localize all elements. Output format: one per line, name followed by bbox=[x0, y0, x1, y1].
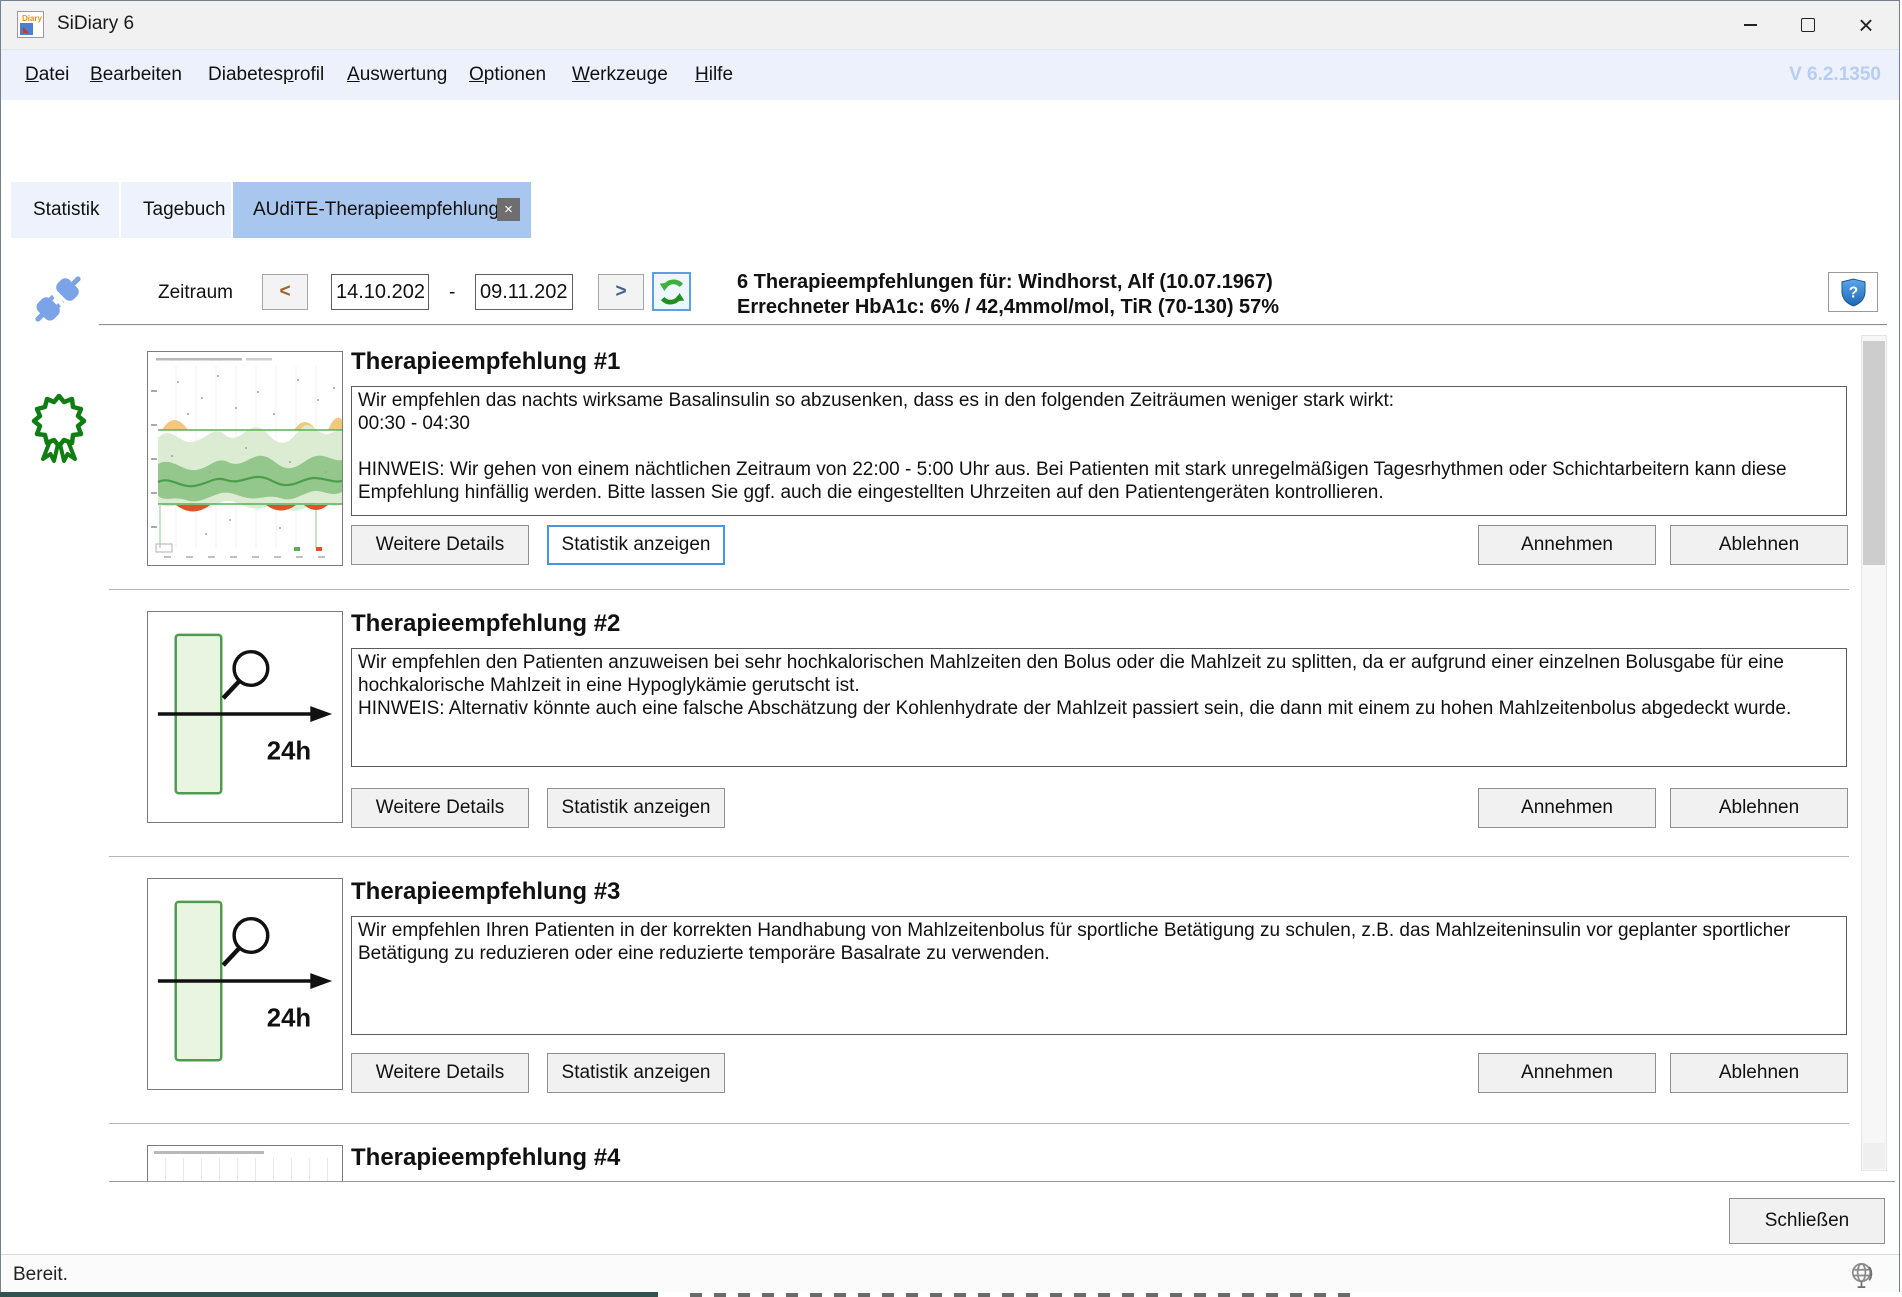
scrollbar-thumb[interactable] bbox=[1863, 341, 1885, 565]
summary-line2: Errechneter HbA1c: 6% / 42,4mmol/mol, Ti… bbox=[737, 295, 1279, 320]
card-separator bbox=[109, 856, 1849, 857]
card2-details-button[interactable]: Weitere Details bbox=[351, 788, 529, 828]
svg-text:24h: 24h bbox=[267, 1005, 311, 1033]
close-button[interactable]: × bbox=[1837, 1, 1895, 49]
card2-thumbnail[interactable]: 24h bbox=[147, 611, 343, 823]
connection-plug-icon bbox=[25, 266, 91, 332]
card1-title: Therapieempfehlung #1 bbox=[351, 348, 620, 376]
award-rosette-icon bbox=[27, 390, 91, 464]
card2-stats-button[interactable]: Statistik anzeigen bbox=[547, 788, 725, 828]
tab-close-icon[interactable]: × bbox=[497, 198, 520, 221]
period-next-button[interactable]: > bbox=[598, 274, 644, 310]
card1-thumbnail[interactable] bbox=[147, 351, 343, 566]
recommendations-summary: 6 Therapieempfehlungen für: Windhorst, A… bbox=[737, 270, 1279, 320]
card-separator bbox=[109, 589, 1849, 590]
period-label: Zeitraum bbox=[158, 282, 233, 304]
card3-text: Wir empfehlen Ihren Patienten in der kor… bbox=[351, 916, 1847, 1035]
menu-hilfe[interactable]: Hilfe bbox=[695, 64, 733, 86]
maximize-button[interactable] bbox=[1779, 1, 1837, 49]
svg-text:?: ? bbox=[1848, 284, 1857, 301]
summary-line1: 6 Therapieempfehlungen für: Windhorst, A… bbox=[737, 270, 1279, 295]
period-from-input[interactable] bbox=[331, 274, 429, 310]
period-to-input[interactable] bbox=[475, 274, 573, 310]
menu-auswertung[interactable]: Auswertung bbox=[347, 64, 447, 86]
help-shield-icon: ? bbox=[1841, 278, 1866, 307]
period-prev-button[interactable]: < bbox=[262, 274, 308, 310]
version-label: V 6.2.1350 bbox=[1789, 64, 1881, 86]
card4-title: Therapieempfehlung #4 bbox=[351, 1144, 620, 1172]
svg-text:24h: 24h bbox=[267, 738, 311, 766]
close-panel-button[interactable]: Schließen bbox=[1729, 1198, 1885, 1244]
status-bar: Bereit. bbox=[1, 1254, 1899, 1293]
list-bottom-line bbox=[109, 1181, 1895, 1182]
tab-audite[interactable]: AUdiTE-Therapieempfehlungen × bbox=[233, 182, 531, 238]
card1-details-button[interactable]: Weitere Details bbox=[351, 525, 529, 565]
menu-optionen[interactable]: Optionen bbox=[469, 64, 546, 86]
help-button[interactable]: ? bbox=[1828, 272, 1878, 312]
separator bbox=[99, 325, 1887, 326]
card3-accept-button[interactable]: Annehmen bbox=[1478, 1053, 1656, 1093]
minimize-button[interactable] bbox=[1721, 1, 1779, 49]
menu-datei[interactable]: Datei bbox=[25, 64, 69, 86]
card1-decline-button[interactable]: Ablehnen bbox=[1670, 525, 1848, 565]
audite-panel: Zeitraum < - > 6 Therapieempfehlungen fü… bbox=[1, 238, 1899, 1254]
status-text: Bereit. bbox=[13, 1264, 68, 1286]
tab-strip: Statistik Tagebuch AUdiTE-Therapieempfeh… bbox=[1, 182, 1899, 238]
globe-icon bbox=[1848, 1261, 1875, 1290]
window-title: SiDiary 6 bbox=[57, 13, 134, 35]
card3-thumbnail[interactable]: 24h bbox=[147, 878, 343, 1090]
card2-text: Wir empfehlen den Patienten anzuweisen b… bbox=[351, 648, 1847, 767]
tab-tagebuch[interactable]: Tagebuch bbox=[121, 182, 231, 238]
green-refresh-icon bbox=[657, 277, 687, 307]
card3-details-button[interactable]: Weitere Details bbox=[351, 1053, 529, 1093]
daily-range-thumbnail: 24h bbox=[148, 879, 342, 1089]
card3-stats-button[interactable]: Statistik anzeigen bbox=[547, 1053, 725, 1093]
daily-range-thumbnail: 24h bbox=[148, 612, 342, 822]
menu-werkzeuge[interactable]: Werkzeuge bbox=[572, 64, 668, 86]
card1-text: Wir empfehlen das nachts wirksame Basali… bbox=[351, 386, 1847, 516]
reload-recommendations-button[interactable] bbox=[652, 272, 691, 311]
period-separator: - bbox=[449, 282, 455, 304]
card3-title: Therapieempfehlung #3 bbox=[351, 878, 620, 906]
card3-decline-button[interactable]: Ablehnen bbox=[1670, 1053, 1848, 1093]
card-separator bbox=[109, 1123, 1849, 1124]
background-window-strip bbox=[0, 1292, 1902, 1297]
card2-accept-button[interactable]: Annehmen bbox=[1478, 788, 1656, 828]
card4-thumbnail[interactable] bbox=[147, 1145, 343, 1181]
menu-bearbeiten[interactable]: Bearbeiten bbox=[90, 64, 182, 86]
app-icon: Diary bbox=[17, 11, 44, 38]
screen: Diary SiDiary 6 × Datei Bearbeiten Diabe… bbox=[0, 0, 1902, 1297]
menu-diabetesprofil[interactable]: Diabetesprofil bbox=[208, 64, 324, 86]
card2-title: Therapieempfehlung #2 bbox=[351, 610, 620, 638]
card1-stats-button[interactable]: Statistik anzeigen bbox=[547, 525, 725, 565]
sidiary-window: Diary SiDiary 6 × Datei Bearbeiten Diabe… bbox=[0, 0, 1900, 1292]
card2-decline-button[interactable]: Ablehnen bbox=[1670, 788, 1848, 828]
agp-chart-thumbnail bbox=[148, 352, 342, 565]
title-bar: Diary SiDiary 6 × bbox=[1, 1, 1899, 49]
toolbar: Weiterempfehlen > bbox=[1, 100, 1899, 182]
card1-accept-button[interactable]: Annehmen bbox=[1478, 525, 1656, 565]
scrollbar-down-button[interactable] bbox=[1863, 1143, 1885, 1169]
menu-bar: Datei Bearbeiten Diabetesprofil Auswertu… bbox=[1, 49, 1899, 101]
tab-statistik[interactable]: Statistik bbox=[11, 182, 119, 238]
